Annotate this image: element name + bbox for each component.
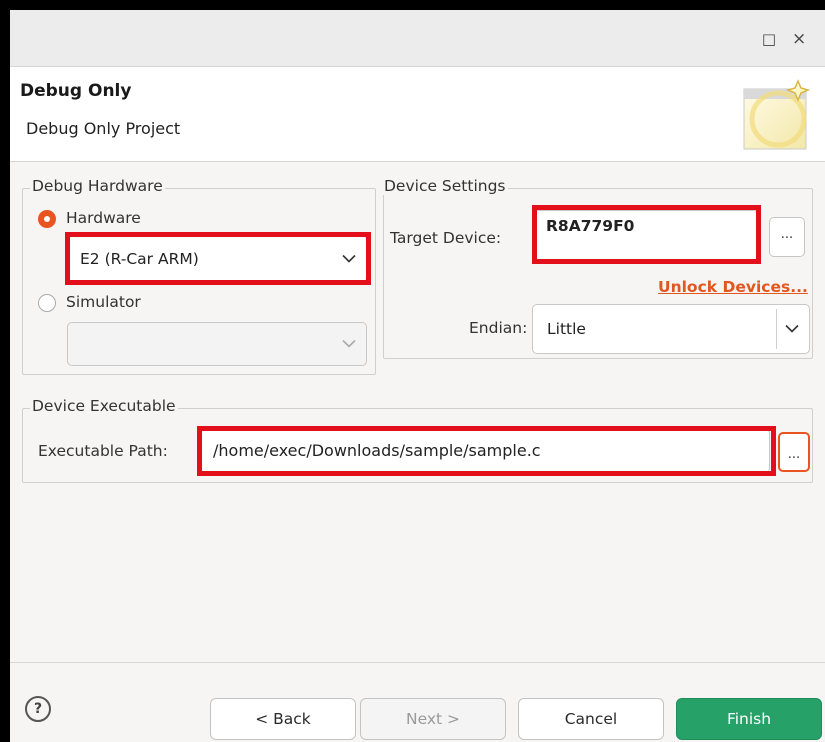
endian-select[interactable]: Little [532,304,810,354]
help-icon[interactable]: ? [25,696,51,722]
simulator-option-label: Simulator [66,293,141,311]
hardware-select-value: E2 (R-Car ARM) [80,250,199,268]
footer-divider [10,662,825,663]
cancel-button[interactable]: Cancel [518,698,664,740]
executable-path-label: Executable Path: [38,442,168,460]
hardware-option-label: Hardware [66,209,141,227]
simulator-radio[interactable] [38,294,56,312]
simulator-select[interactable] [67,322,367,366]
chevron-down-icon [342,339,356,348]
target-device-input[interactable]: R8A779F0 [535,210,757,262]
executable-path-value: /home/exec/Downloads/sample/sample.c [213,441,541,460]
hardware-select[interactable]: E2 (R-Car ARM) [67,235,367,283]
chevron-down-icon [785,324,799,333]
maximize-icon: □ [761,30,777,48]
executable-path-input[interactable]: /home/exec/Downloads/sample/sample.c [200,430,770,472]
dialog-window: □ × Debug Only Debug Only Project Debug … [10,10,825,742]
maximize-button[interactable]: □ [754,24,784,54]
help-icon-glyph: ? [33,701,43,717]
target-device-browse-button[interactable]: ... [769,217,805,257]
page-subtitle: Debug Only Project [26,119,181,138]
unlock-devices-link[interactable]: Unlock Devices... [658,278,808,296]
close-icon: × [792,29,807,49]
next-button[interactable]: Next > [360,698,506,740]
close-button[interactable]: × [792,24,825,54]
title-bar: □ × [10,10,825,67]
page-title: Debug Only [20,81,132,101]
target-device-value: R8A779F0 [546,217,635,235]
chevron-down-icon [342,254,356,263]
endian-label: Endian: [469,319,528,337]
wizard-banner-icon [743,79,811,150]
device-executable-label: Device Executable [30,397,178,415]
select-divider [776,309,777,349]
target-device-label: Target Device: [390,229,502,247]
finish-button[interactable]: Finish [676,698,822,740]
wizard-header: Debug Only Debug Only Project [10,67,825,162]
device-settings-label: Device Settings [382,177,508,195]
endian-select-value: Little [547,320,586,338]
debug-hardware-label: Debug Hardware [30,177,165,195]
executable-browse-button[interactable]: ... [778,432,810,472]
hardware-radio[interactable] [38,210,56,228]
back-button[interactable]: < Back [210,698,356,740]
